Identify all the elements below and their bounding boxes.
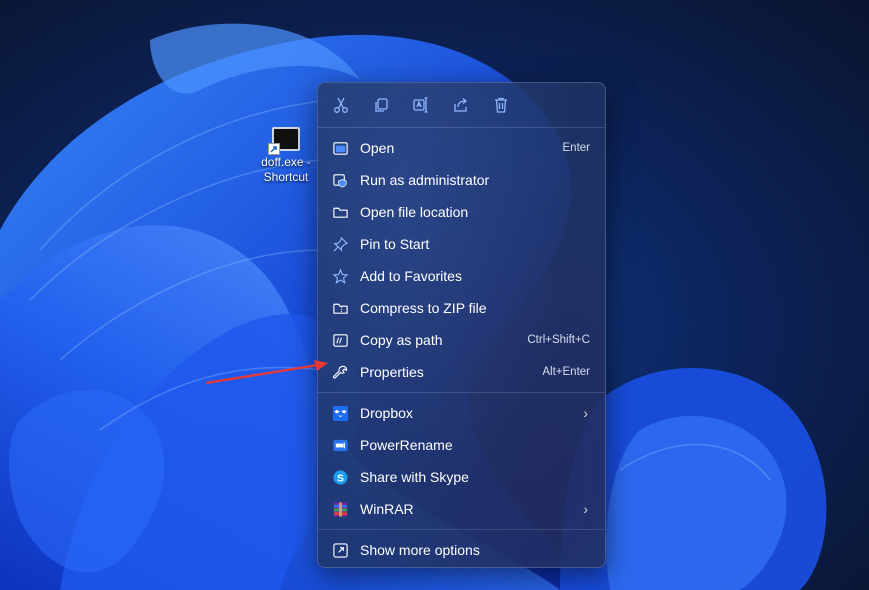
menu-item-label: Open [360, 140, 395, 156]
menu-item-run-as-administrator[interactable]: Run as administrator [318, 164, 605, 196]
shortcut-label-line1: doff.exe - [261, 155, 311, 169]
menu-item-label: Pin to Start [360, 236, 430, 252]
delete-button[interactable] [490, 94, 512, 116]
menu-item-label: Show more options [360, 542, 480, 558]
menu-item-label: Compress to ZIP file [360, 300, 487, 316]
copy-button[interactable] [370, 94, 392, 116]
menu-item-label: Share with Skype [360, 469, 469, 485]
context-menu-toolbar [318, 83, 605, 127]
path-icon [331, 331, 349, 349]
menu-item-label: Properties [360, 364, 424, 380]
winrar-icon [331, 500, 349, 518]
menu-item-open[interactable]: Open Enter [318, 132, 605, 164]
rename-icon [413, 97, 428, 113]
copy-icon [375, 98, 388, 112]
desktop-shortcut[interactable]: doff.exe - Shortcut [254, 124, 318, 185]
shortcut-label-line2: Shortcut [263, 170, 309, 184]
scissors-icon [334, 97, 348, 113]
share-button[interactable] [450, 94, 472, 116]
shortcut-text: Enter [562, 142, 591, 154]
menu-item-copy-as-path[interactable]: Copy as path Ctrl+Shift+C [318, 324, 605, 356]
rename-button[interactable] [410, 94, 432, 116]
primary-items: Open Enter Run as administrator Open fil… [318, 128, 605, 392]
menu-item-compress-to-zip[interactable]: Compress to ZIP file [318, 292, 605, 324]
context-menu: Open Enter Run as administrator Open fil… [317, 82, 606, 568]
star-icon [331, 267, 349, 285]
pin-icon [331, 235, 349, 253]
folder-icon [331, 203, 349, 221]
menu-item-label: Copy as path [360, 332, 443, 348]
chevron-right-icon: › [583, 501, 588, 517]
menu-item-show-more-options[interactable]: Show more options [318, 534, 605, 566]
more-options-icon [331, 541, 349, 559]
menu-item-properties[interactable]: Properties Alt+Enter [318, 356, 605, 388]
app-items: Dropbox › PowerRename S Share with Skype… [318, 393, 605, 529]
shortcut-text: Alt+Enter [542, 366, 590, 378]
powerrename-icon [331, 436, 349, 454]
svg-text:S: S [337, 473, 344, 484]
zip-folder-icon [331, 299, 349, 317]
shortcut-text: Ctrl+Shift+C [527, 334, 590, 346]
chevron-right-icon: › [583, 405, 588, 421]
menu-item-add-to-favorites[interactable]: Add to Favorites [318, 260, 605, 292]
menu-item-winrar[interactable]: WinRAR › [318, 493, 605, 525]
app-window-icon [268, 127, 300, 155]
menu-item-label: Run as administrator [360, 172, 490, 188]
open-window-icon [331, 139, 349, 157]
menu-item-label: WinRAR [360, 501, 414, 517]
menu-item-pin-to-start[interactable]: Pin to Start [318, 228, 605, 260]
cut-button[interactable] [330, 94, 352, 116]
share-icon [454, 98, 468, 112]
dropbox-icon [331, 404, 349, 422]
trash-icon [495, 97, 507, 113]
menu-item-open-file-location[interactable]: Open file location [318, 196, 605, 228]
annotation-arrow [205, 360, 328, 385]
skype-icon: S [331, 468, 349, 486]
more-section: Show more options [318, 530, 605, 567]
menu-item-dropbox[interactable]: Dropbox › [318, 397, 605, 429]
shortcut-arrow-icon [268, 143, 280, 155]
menu-item-powerrename[interactable]: PowerRename [318, 429, 605, 461]
menu-item-label: PowerRename [360, 437, 453, 453]
menu-item-label: Dropbox [360, 405, 413, 421]
menu-item-label: Open file location [360, 204, 469, 220]
shield-icon [331, 171, 349, 189]
menu-item-share-with-skype[interactable]: S Share with Skype [318, 461, 605, 493]
menu-item-label: Add to Favorites [360, 268, 462, 284]
